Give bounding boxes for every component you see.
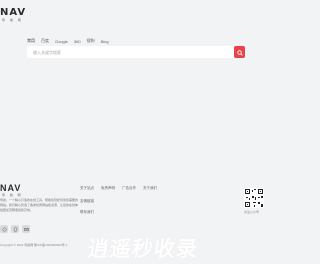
tab-google[interactable]: Google — [55, 39, 68, 44]
footer-logo-subtitle: 导 航 网 — [2, 193, 23, 197]
qq-icon[interactable] — [11, 225, 19, 233]
search-box — [27, 46, 245, 58]
search-engine-tabs: 常用 百度 Google 360 搜狗 Bing — [27, 38, 245, 44]
search-button[interactable] — [234, 46, 245, 58]
social-icons — [0, 225, 30, 233]
search-section: 常用 百度 Google 360 搜狗 Bing — [27, 38, 245, 58]
footer-link-friends[interactable]: 友情链接 — [80, 199, 157, 204]
logo-text: NAV — [0, 7, 27, 18]
footer-logo-text: NAV — [0, 183, 22, 193]
footer-link-about-us[interactable]: 关于我们 — [143, 186, 157, 191]
email-icon[interactable] — [22, 225, 30, 233]
wechat-icon[interactable] — [0, 225, 8, 233]
tab-baidu[interactable]: 百度 — [41, 38, 49, 44]
qr-code — [244, 188, 264, 208]
tab-360[interactable]: 360 — [74, 39, 81, 44]
footer-link-ads[interactable]: 广告合作 — [122, 186, 136, 191]
qr-label: 关注公众号 — [244, 210, 260, 214]
tab-sogou[interactable]: 搜狗 — [87, 38, 95, 44]
footer-link-disclaimer[interactable]: 免责声明 — [101, 186, 115, 191]
watermark: 逍遥秒收录 — [86, 237, 200, 261]
footer-description: 导航，一个精心打造的在线工具，帮助您轻松找到您需要的网站。我们精心筛选了各类优质… — [0, 198, 79, 212]
tab-bing[interactable]: Bing — [101, 39, 109, 44]
footer-link-about-site[interactable]: 关于站点 — [80, 186, 94, 191]
site-logo[interactable]: NAV 导 航 网 — [0, 7, 27, 23]
copyright-text: Copyright © 2024 导航网 豫ICP备2024000000号-1 — [0, 243, 68, 247]
footer-link-contact[interactable]: 联系我们 — [80, 210, 157, 215]
footer-logo[interactable]: NAV 导 航 网 — [0, 183, 23, 197]
logo-subtitle: 导 航 网 — [2, 18, 23, 22]
footer-links: 关于站点 免责声明 广告合作 关于我们 友情链接 联系我们 — [80, 186, 157, 221]
search-input[interactable] — [27, 48, 225, 56]
tab-common[interactable]: 常用 — [27, 38, 35, 44]
search-icon — [236, 43, 243, 61]
